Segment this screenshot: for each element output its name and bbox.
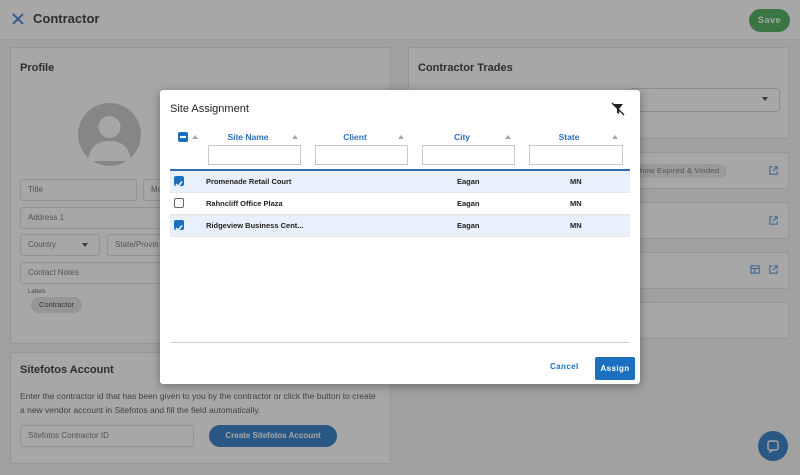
city-cell: Eagan [457, 199, 480, 208]
check-icon [175, 225, 183, 232]
clear-filter-icon[interactable] [611, 102, 625, 116]
sort-icon[interactable] [398, 135, 404, 139]
sort-icon[interactable] [292, 135, 298, 139]
city-cell: Eagan [457, 177, 480, 186]
row-checkbox[interactable] [174, 220, 184, 232]
filter-state-input[interactable] [529, 145, 623, 165]
site-name-cell: Rahncliff Office Plaza [206, 199, 283, 208]
sort-icon[interactable] [612, 135, 618, 139]
column-header-site-name[interactable]: Site Name [208, 132, 288, 142]
state-cell: MN [570, 177, 582, 186]
filter-site-name-input[interactable] [208, 145, 301, 165]
filter-client-input[interactable] [315, 145, 408, 165]
footer-divider [170, 342, 630, 343]
row-checkbox[interactable] [174, 176, 184, 188]
site-name-cell: Promenade Retail Court [206, 177, 292, 186]
dialog-title: Site Assignment [170, 103, 249, 115]
table-row[interactable]: Promenade Retail Court Eagan MN [170, 171, 630, 193]
city-cell: Eagan [457, 221, 480, 230]
table-row[interactable]: Rahncliff Office Plaza Eagan MN [170, 193, 630, 215]
filter-city-input[interactable] [422, 145, 515, 165]
select-all-checkbox[interactable] [178, 132, 188, 142]
cancel-button[interactable]: Cancel [550, 362, 579, 371]
assign-button[interactable]: Assign [595, 357, 635, 380]
check-icon [175, 181, 183, 188]
row-checkbox[interactable] [174, 198, 184, 208]
sort-icon[interactable] [505, 135, 511, 139]
state-cell: MN [570, 199, 582, 208]
column-header-city[interactable]: City [422, 132, 502, 142]
site-assignment-dialog: Site Assignment Site Name Client City St… [160, 90, 640, 384]
sort-icon[interactable] [192, 135, 198, 139]
site-name-cell: Ridgeview Business Cent... [206, 221, 304, 230]
state-cell: MN [570, 221, 582, 230]
column-header-state[interactable]: State [529, 132, 609, 142]
column-header-client[interactable]: Client [315, 132, 395, 142]
table-row[interactable]: Ridgeview Business Cent... Eagan MN [170, 215, 630, 237]
